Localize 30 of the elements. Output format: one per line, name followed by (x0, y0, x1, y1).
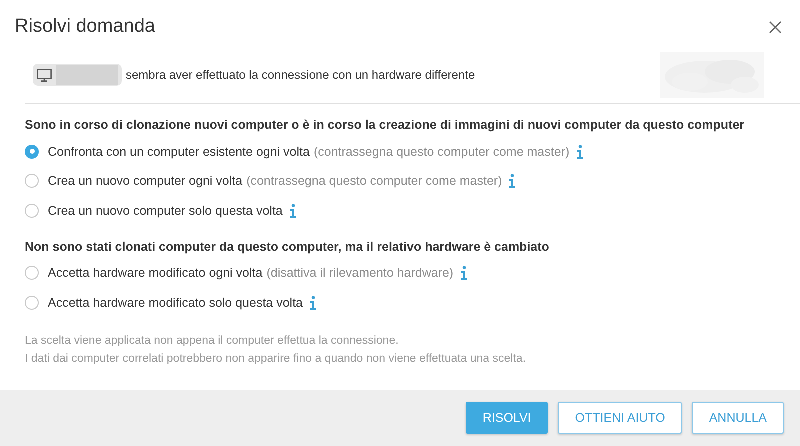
info-icon[interactable] (290, 204, 297, 218)
monitor-icon (37, 68, 52, 82)
redacted-name (56, 65, 118, 85)
option-hint: (contrassegna questo computer come master) (246, 174, 502, 188)
option-hint: (disattiva il rilevamento hardware) (266, 266, 454, 280)
dialog-button[interactable]: ANNULLA (692, 402, 784, 434)
dialog-button[interactable]: OTTIENI AIUTO (558, 402, 682, 434)
radio-button[interactable] (25, 204, 39, 218)
close-icon[interactable] (769, 20, 782, 34)
option-hint: (contrassegna questo computer come master) (314, 144, 570, 159)
section-heading: Sono in corso di clonazione nuovi computer o è in corso la creazione di immagini di nuovi computer da questo computer (25, 118, 746, 132)
option-label: Accetta hardware modificato solo questa volta (48, 296, 303, 310)
option-label: Accetta hardware modificato ogni volta (48, 266, 263, 280)
radio-button[interactable] (25, 296, 39, 310)
note-text: La scelta viene applicata non appena il computer effettua la connessione. (25, 334, 400, 348)
option-label: Crea un nuovo computer ogni volta (48, 174, 243, 188)
section-heading: Non sono stati clonati computer da questo computer, ma il relativo hardware è cambiato (25, 240, 550, 254)
notice-text: sembra aver effettuato la connessione con un hardware differente (126, 68, 476, 82)
note-text: I dati dai computer correlati potrebbero non apparire fino a quando non viene effettuata una scelta. (25, 352, 528, 366)
dialog-title: Risolvi domanda (15, 16, 156, 38)
option-label: Crea un nuovo computer solo questa volta (48, 204, 283, 218)
radio-button[interactable] (25, 144, 39, 159)
info-icon[interactable] (460, 266, 468, 280)
info-icon[interactable] (509, 174, 516, 188)
radio-button[interactable] (25, 266, 39, 280)
info-icon[interactable] (310, 296, 317, 310)
info-icon[interactable] (576, 144, 584, 159)
resolve-button[interactable]: RISOLVI (466, 402, 548, 434)
option-label: Confronta con un computer esistente ogni volta (48, 144, 310, 159)
radio-button[interactable] (25, 174, 39, 188)
